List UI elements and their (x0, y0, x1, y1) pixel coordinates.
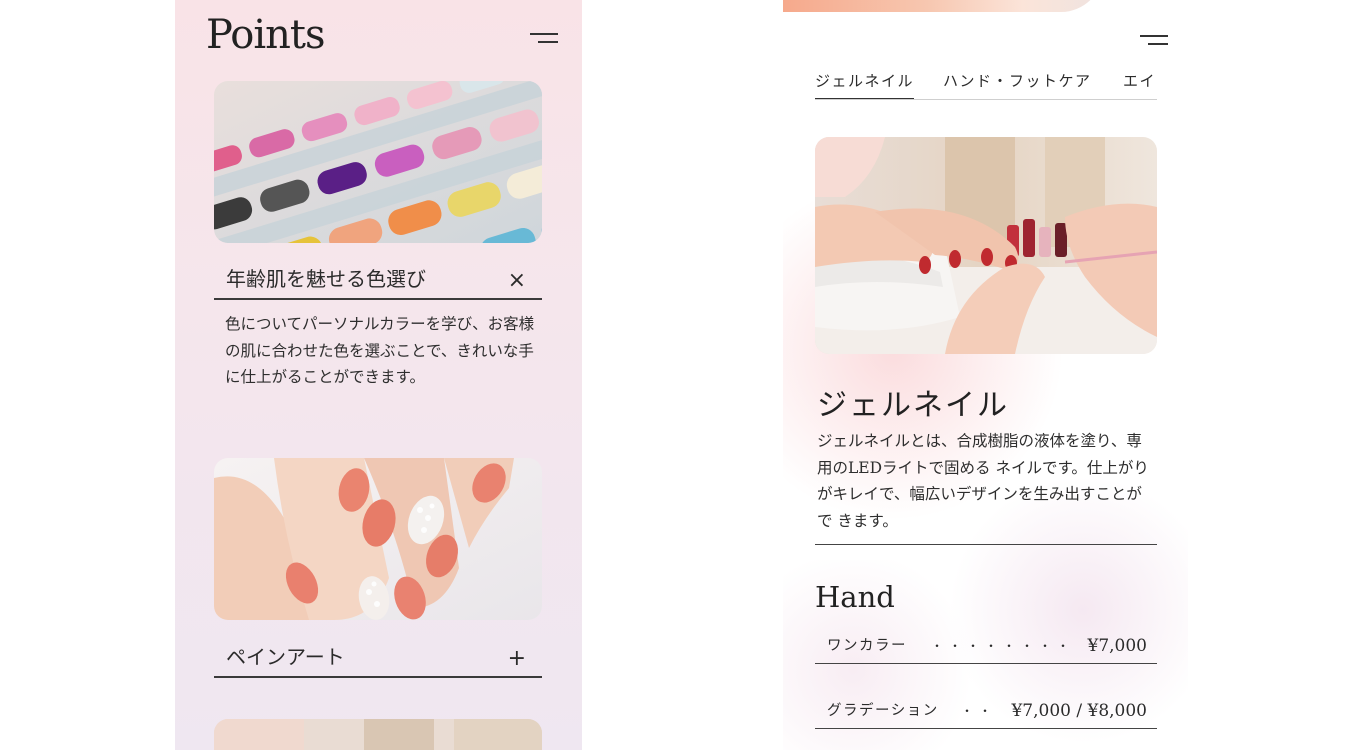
accordion-title: ペインアート (226, 645, 345, 669)
price-item-name: ワンカラー (827, 638, 907, 654)
plus-icon[interactable]: + (508, 648, 526, 670)
hamburger-icon[interactable] (1138, 33, 1168, 49)
left-phone-screen: Points 年齢肌を魅せる色選び × 色についてパーソナルカラーを学び、お客様… (175, 0, 582, 750)
right-phone-screen: ジェルネイル ハンド・フットケア エイ ジェルネイル ジェルネイルとは、合成樹脂… (783, 0, 1188, 750)
category-tabs: ジェルネイル ハンド・フットケア エイ (815, 67, 1157, 100)
hamburger-icon[interactable] (528, 31, 558, 47)
header-banner-image (783, 0, 1103, 12)
section-divider (815, 544, 1157, 545)
price-leader-dots: ・・・・・・・・ (931, 639, 1076, 653)
page-title: Points (206, 12, 326, 58)
tab-partial[interactable]: エイ (1123, 70, 1156, 98)
salon-photo-partial (214, 719, 542, 750)
accordion-body-text: 色についてパーソナルカラーを学び、お客様 の肌に合わせた色を選ぶことで、きれいな… (225, 315, 535, 386)
accordion-header-paint-art[interactable]: ペインアート + (214, 642, 542, 678)
price-section-title: Hand (815, 580, 895, 614)
section-title: ジェルネイル (817, 388, 1009, 423)
gel-nail-photo (815, 137, 1157, 354)
glitter-nails-photo (214, 458, 542, 620)
tab-gel-nail[interactable]: ジェルネイル (815, 70, 915, 99)
accordion-header-color-selection[interactable]: 年齢肌を魅せる色選び × (214, 264, 542, 300)
accordion-title: 年齢肌を魅せる色選び (226, 267, 426, 291)
close-icon[interactable]: × (508, 270, 526, 292)
price-value: ¥7,000 / ¥8,000 (1011, 701, 1147, 721)
nail-swatch-photo (214, 81, 542, 243)
price-value: ¥7,000 (1087, 636, 1147, 656)
section-description: ジェルネイルとは、合成樹脂の液体を塗り、専用のLEDライトで固める ネイルです。… (817, 432, 1149, 530)
tab-hand-foot-care[interactable]: ハンド・フットケア (943, 70, 1092, 98)
price-item-name: グラデーション (827, 703, 939, 719)
price-leader-dots: ・・ (961, 704, 998, 718)
price-row: グラデーション ・・ ¥7,000 / ¥8,000 (815, 695, 1157, 729)
price-row: ワンカラー ・・・・・・・・ ¥7,000 (815, 630, 1157, 664)
